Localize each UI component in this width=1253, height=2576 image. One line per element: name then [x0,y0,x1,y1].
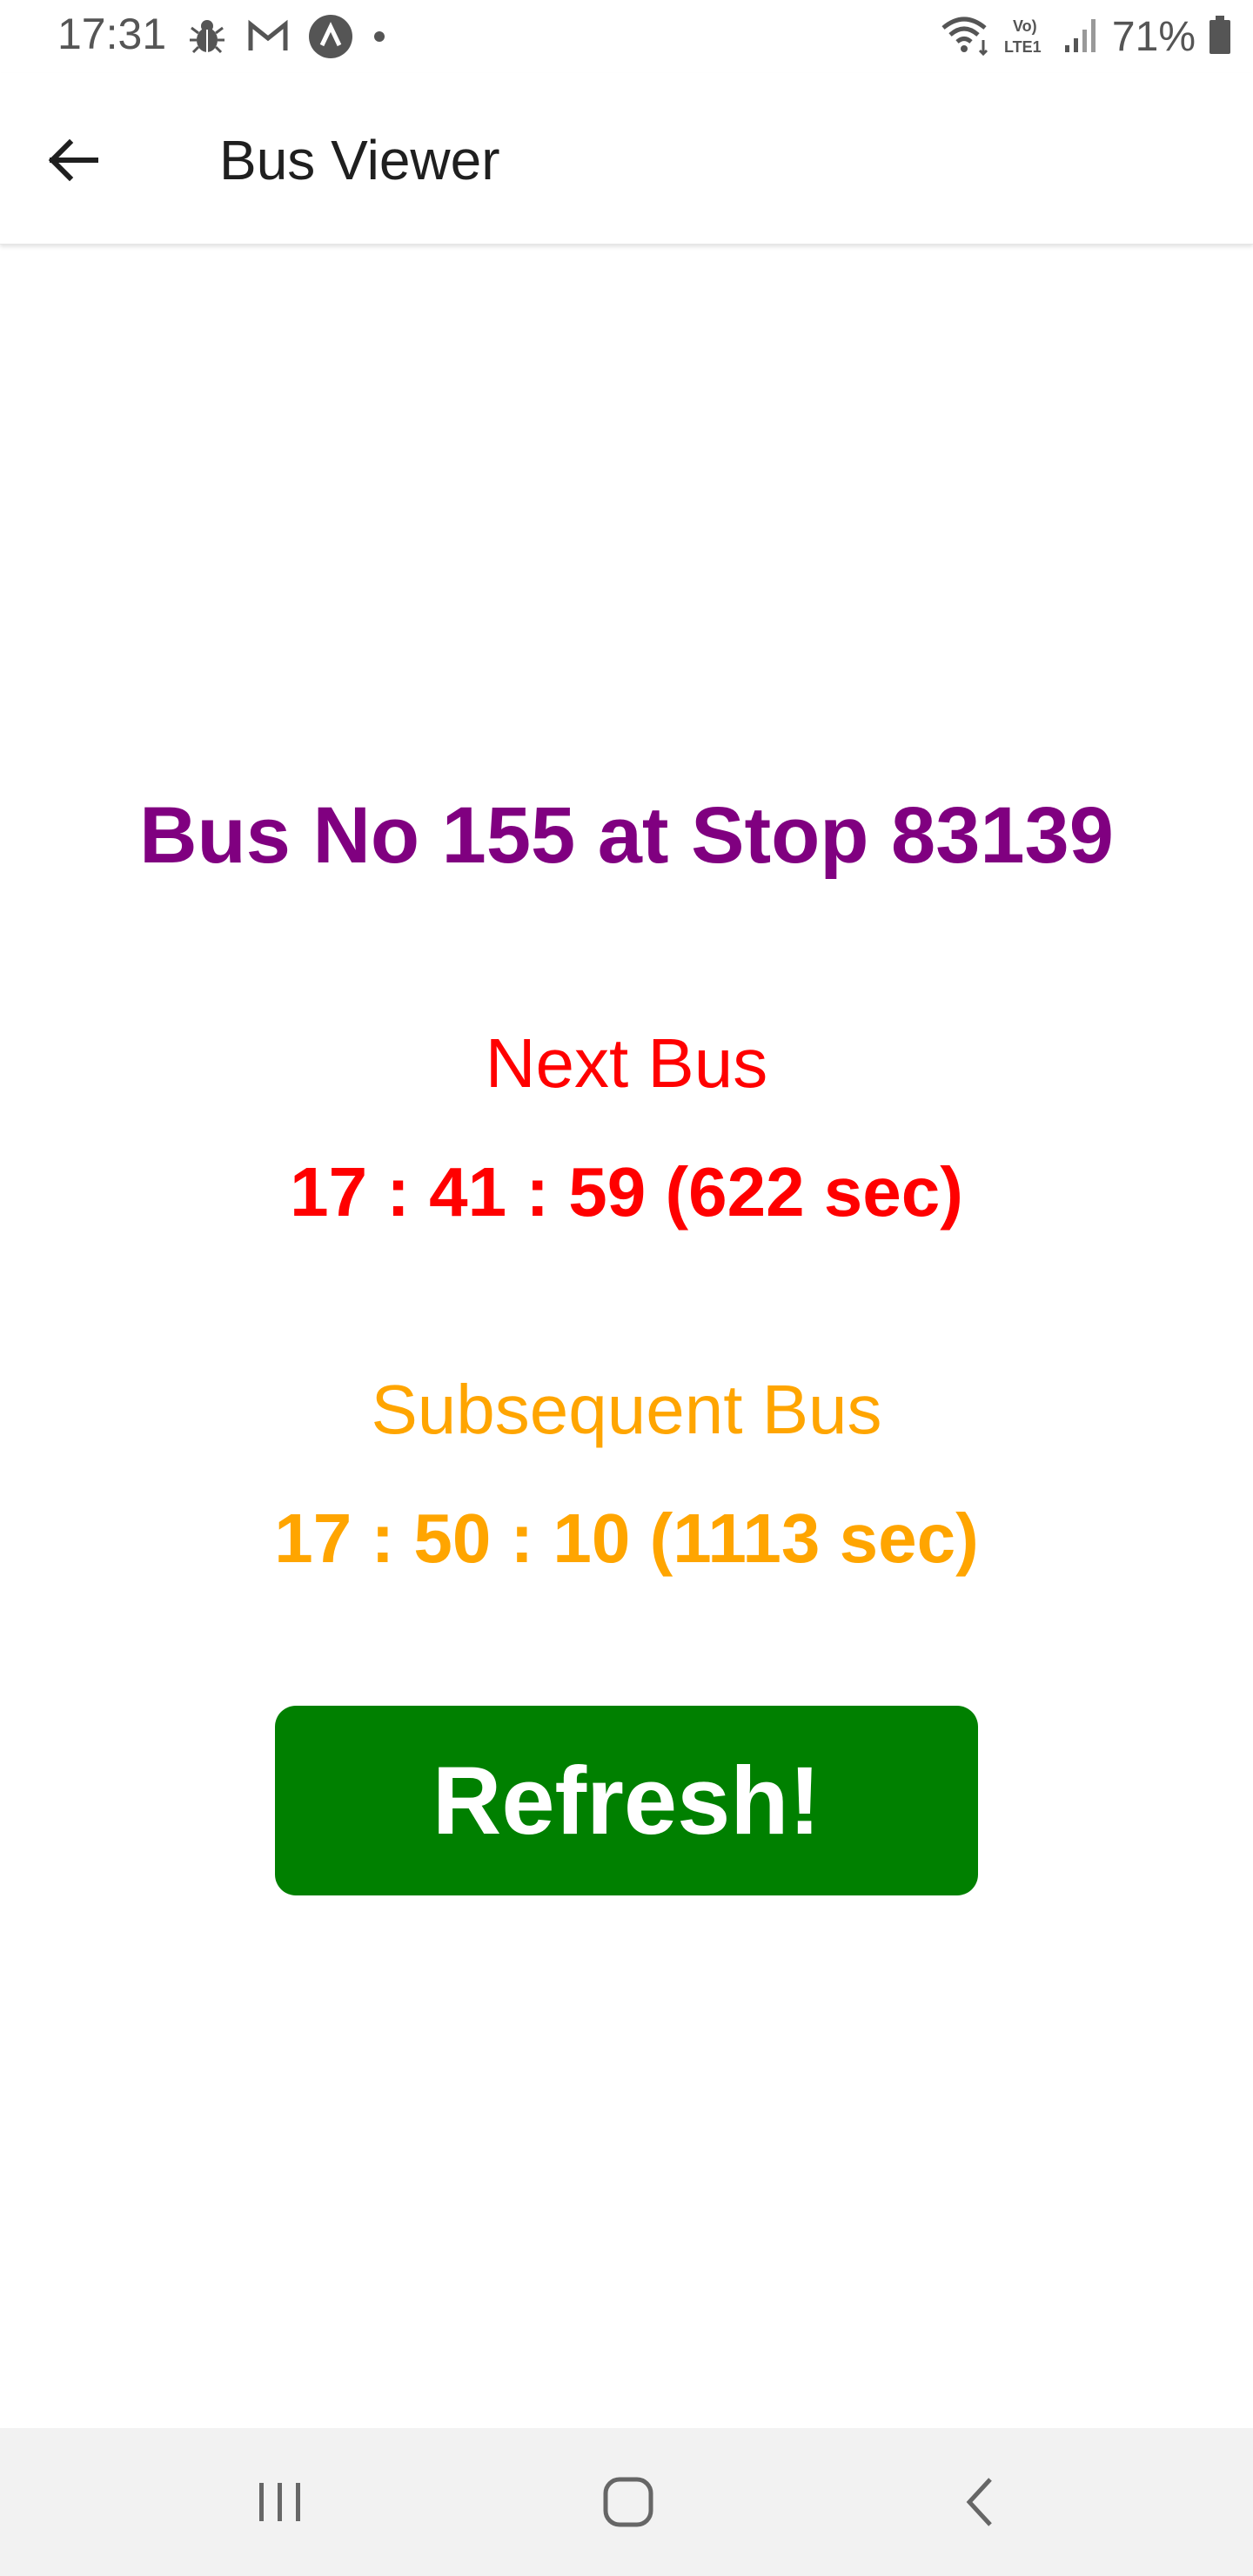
home-button[interactable] [585,2459,672,2546]
arrow-left-icon [48,138,98,182]
wifi-icon [940,14,992,60]
next-bus-label: Next Bus [485,1024,768,1102]
back-button[interactable] [31,118,115,202]
subsequent-bus-time: 17 : 50 : 10 (1113 sec) [274,1499,979,1577]
dot-icon [372,30,386,44]
battery-percentage: 71% [1111,13,1196,60]
app-bar: Bus Viewer [0,73,1253,245]
battery-icon [1208,14,1232,60]
recents-icon [259,2483,300,2521]
volte-icon: Vo) LTE1 [1004,12,1049,62]
triangle-app-icon [308,14,353,59]
status-right: Vo) LTE1 71% [940,9,1232,64]
svg-text:Vo): Vo) [1013,17,1037,35]
status-time: 17:31 [57,10,167,58]
app-title: Bus Viewer [219,129,500,191]
nav-back-button[interactable] [936,2459,1023,2546]
main-content: Bus No 155 at Stop 83139 Next Bus 17 : 4… [0,244,1253,2428]
recents-button[interactable] [237,2459,324,2546]
subsequent-bus-label: Subsequent Bus [371,1371,882,1448]
navigation-bar [0,2428,1253,2576]
back-chevron-icon [966,2478,992,2526]
signal-icon [1062,16,1100,58]
bug-icon [186,16,228,57]
screen: 17:31 Vo) LTE1 71% Bus Viewer Bus No 155… [0,0,1253,2576]
refresh-button[interactable]: Refresh! [275,1706,978,1895]
home-icon [603,2477,653,2527]
refresh-button-label: Refresh! [432,1747,821,1855]
status-left-icons [186,12,386,61]
svg-text:LTE1: LTE1 [1004,38,1042,56]
status-bar: 17:31 Vo) LTE1 71% [0,0,1253,73]
next-bus-time: 17 : 41 : 59 (622 sec) [290,1153,963,1231]
bus-stop-heading: Bus No 155 at Stop 83139 [139,791,1114,880]
gmail-icon [247,19,289,54]
